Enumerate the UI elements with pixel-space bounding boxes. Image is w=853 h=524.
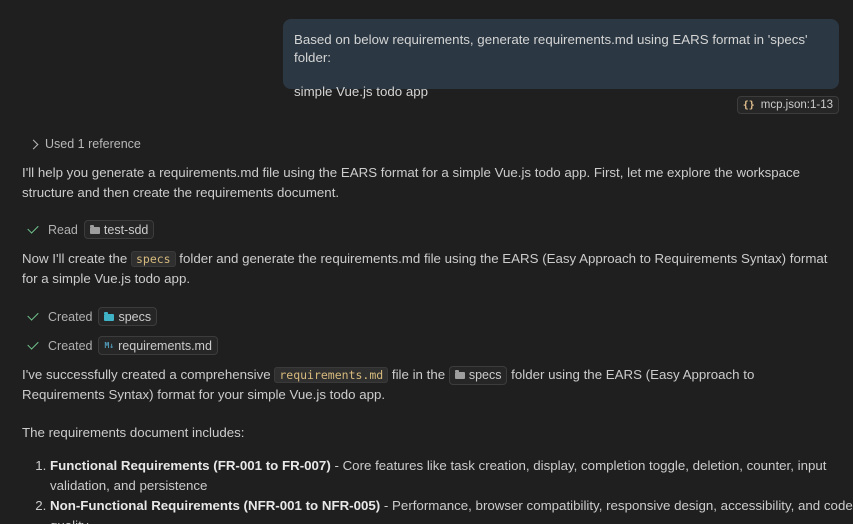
success-text-1: I've successfully created a comprehensiv…	[22, 367, 275, 382]
created-requirements-label: requirements.md	[118, 338, 212, 353]
markdown-icon: M↓	[104, 341, 115, 350]
includes-heading: The requirements document includes:	[22, 425, 245, 440]
used-references-label: Used 1 reference	[45, 137, 141, 151]
created-specs-label: specs	[118, 309, 152, 324]
list-item-title: Non-Functional Requirements (NFR-001 to …	[50, 498, 381, 513]
user-message-bubble: Based on below requirements, generate re…	[283, 19, 839, 99]
success-text-2: file in the	[388, 367, 449, 382]
chat-panel: Based on below requirements, generate re…	[0, 0, 853, 524]
folder-icon	[454, 370, 465, 380]
read-verb: Read	[48, 222, 78, 237]
success-paragraph: I've successfully created a comprehensiv…	[22, 365, 837, 405]
reference-chip-label: mcp.json:1-13	[760, 99, 833, 111]
list-item: Non-Functional Requirements (NFR-001 to …	[50, 496, 853, 524]
list-item-title: Functional Requirements (FR-001 to FR-00…	[50, 458, 331, 473]
created-verb: Created	[48, 309, 93, 324]
read-target-label: test-sdd	[103, 222, 149, 237]
created-specs-chip[interactable]: specs	[98, 307, 158, 326]
created-verb: Created	[48, 338, 93, 353]
read-target-chip[interactable]: test-sdd	[83, 220, 155, 239]
list-item: Functional Requirements (FR-001 to FR-00…	[50, 456, 853, 496]
created-requirements-status: Created M↓ requirements.md	[27, 336, 218, 355]
created-requirements-chip[interactable]: M↓ requirements.md	[98, 336, 218, 355]
created-specs-status: Created specs	[27, 307, 158, 326]
intro-paragraph: I'll help you generate a requirements.md…	[22, 165, 801, 200]
requirements-inline-code: requirements.md	[274, 367, 389, 383]
now-paragraph: Now I'll create the specs folder and gen…	[22, 249, 837, 289]
now-text-before: Now I'll create the	[22, 251, 131, 266]
specs-inline-code: specs	[130, 251, 176, 267]
folder-icon	[89, 224, 100, 234]
user-message-line-1: Based on below requirements, generate re…	[294, 32, 808, 65]
used-references-toggle[interactable]: Used 1 reference	[28, 137, 141, 151]
check-icon	[27, 337, 39, 350]
chevron-right-icon	[28, 139, 39, 149]
folder-open-icon	[104, 311, 115, 321]
read-status: Read test-sdd	[27, 220, 155, 239]
specs-folder-label: specs	[468, 368, 502, 383]
check-icon	[27, 221, 39, 234]
specs-folder-chip[interactable]: specs	[448, 365, 508, 385]
check-icon	[27, 308, 39, 321]
braces-icon: {}	[742, 99, 755, 111]
reference-chip[interactable]: {} mcp.json:1-13	[736, 96, 839, 114]
requirements-list: Functional Requirements (FR-001 to FR-00…	[22, 456, 853, 524]
